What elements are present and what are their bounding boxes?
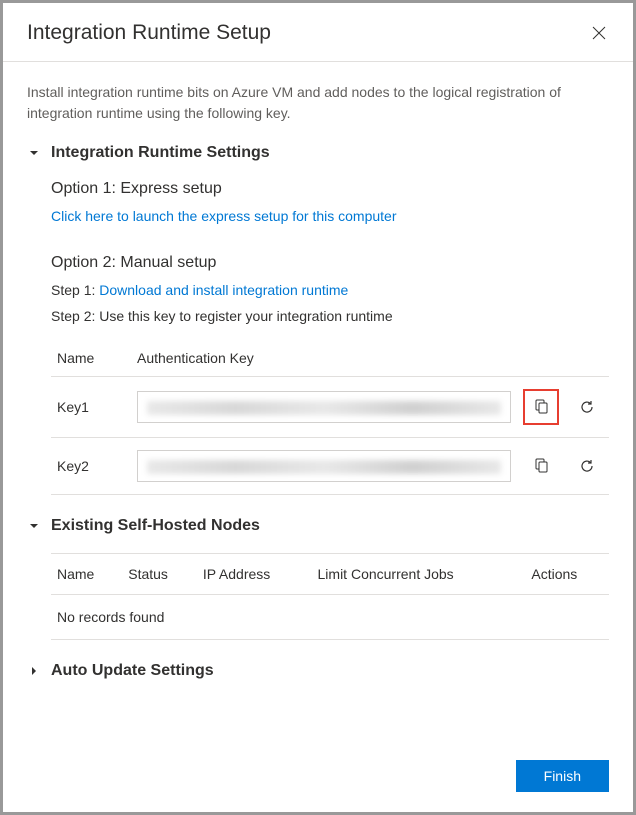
keys-table: Name Authentication Key Key1 bbox=[51, 340, 609, 495]
finish-button[interactable]: Finish bbox=[516, 760, 609, 792]
refresh-icon bbox=[579, 458, 595, 474]
key-name: Key1 bbox=[51, 377, 131, 438]
chevron-right-icon bbox=[27, 664, 41, 678]
keys-col-authkey: Authentication Key bbox=[131, 340, 517, 377]
key2-masked-value bbox=[147, 460, 500, 474]
key-row: Key1 bbox=[51, 377, 609, 438]
step1-row: Step 1: Download and install integration… bbox=[51, 282, 609, 298]
section-nodes-header[interactable]: Existing Self-Hosted Nodes bbox=[27, 517, 609, 535]
step1-prefix: Step 1: bbox=[51, 282, 99, 298]
nodes-empty: No records found bbox=[51, 595, 609, 640]
section-auto-update-title: Auto Update Settings bbox=[51, 662, 214, 680]
copy-icon bbox=[533, 399, 549, 415]
key-row: Key2 bbox=[51, 438, 609, 495]
copy-icon bbox=[533, 458, 549, 474]
section-auto-update: Auto Update Settings bbox=[27, 662, 609, 680]
dialog-footer: Finish bbox=[3, 744, 633, 812]
download-runtime-link[interactable]: Download and install integration runtime bbox=[99, 282, 348, 298]
nodes-col-name: Name bbox=[51, 554, 122, 595]
option1-title: Option 1: Express setup bbox=[51, 180, 609, 198]
key-name: Key2 bbox=[51, 438, 131, 495]
key1-copy-highlight bbox=[523, 389, 559, 425]
section-auto-update-header[interactable]: Auto Update Settings bbox=[27, 662, 609, 680]
nodes-table: Name Status IP Address Limit Concurrent … bbox=[51, 553, 609, 640]
nodes-col-actions: Actions bbox=[525, 554, 609, 595]
close-button[interactable] bbox=[589, 23, 609, 43]
express-setup-link[interactable]: Click here to launch the express setup f… bbox=[51, 208, 397, 224]
section-nodes-body: Name Status IP Address Limit Concurrent … bbox=[27, 553, 609, 640]
section-settings-header[interactable]: Integration Runtime Settings bbox=[27, 144, 609, 162]
nodes-col-ip: IP Address bbox=[197, 554, 312, 595]
chevron-down-icon bbox=[27, 146, 41, 160]
step2-text: Step 2: Use this key to register your in… bbox=[51, 308, 609, 324]
section-nodes: Existing Self-Hosted Nodes Name Status I… bbox=[27, 517, 609, 640]
section-settings-title: Integration Runtime Settings bbox=[51, 144, 270, 162]
regenerate-button[interactable] bbox=[573, 452, 601, 480]
dialog-description: Install integration runtime bits on Azur… bbox=[27, 82, 609, 124]
key1-masked-value bbox=[147, 401, 500, 415]
refresh-icon bbox=[579, 399, 595, 415]
section-settings-body: Option 1: Express setup Click here to la… bbox=[27, 180, 609, 495]
keys-col-name: Name bbox=[51, 340, 131, 377]
section-settings: Integration Runtime Settings Option 1: E… bbox=[27, 144, 609, 495]
nodes-col-status: Status bbox=[122, 554, 197, 595]
copy-button[interactable] bbox=[527, 393, 555, 421]
dialog-header: Integration Runtime Setup bbox=[3, 3, 633, 62]
dialog-title: Integration Runtime Setup bbox=[27, 21, 271, 45]
section-nodes-title: Existing Self-Hosted Nodes bbox=[51, 517, 260, 535]
key1-input[interactable] bbox=[137, 391, 511, 423]
chevron-down-icon bbox=[27, 519, 41, 533]
option2-title: Option 2: Manual setup bbox=[51, 254, 609, 272]
close-icon bbox=[592, 26, 606, 40]
copy-button[interactable] bbox=[527, 452, 555, 480]
regenerate-button[interactable] bbox=[573, 393, 601, 421]
key2-input[interactable] bbox=[137, 450, 511, 482]
dialog-content: Install integration runtime bits on Azur… bbox=[3, 62, 633, 744]
nodes-col-limit: Limit Concurrent Jobs bbox=[312, 554, 526, 595]
